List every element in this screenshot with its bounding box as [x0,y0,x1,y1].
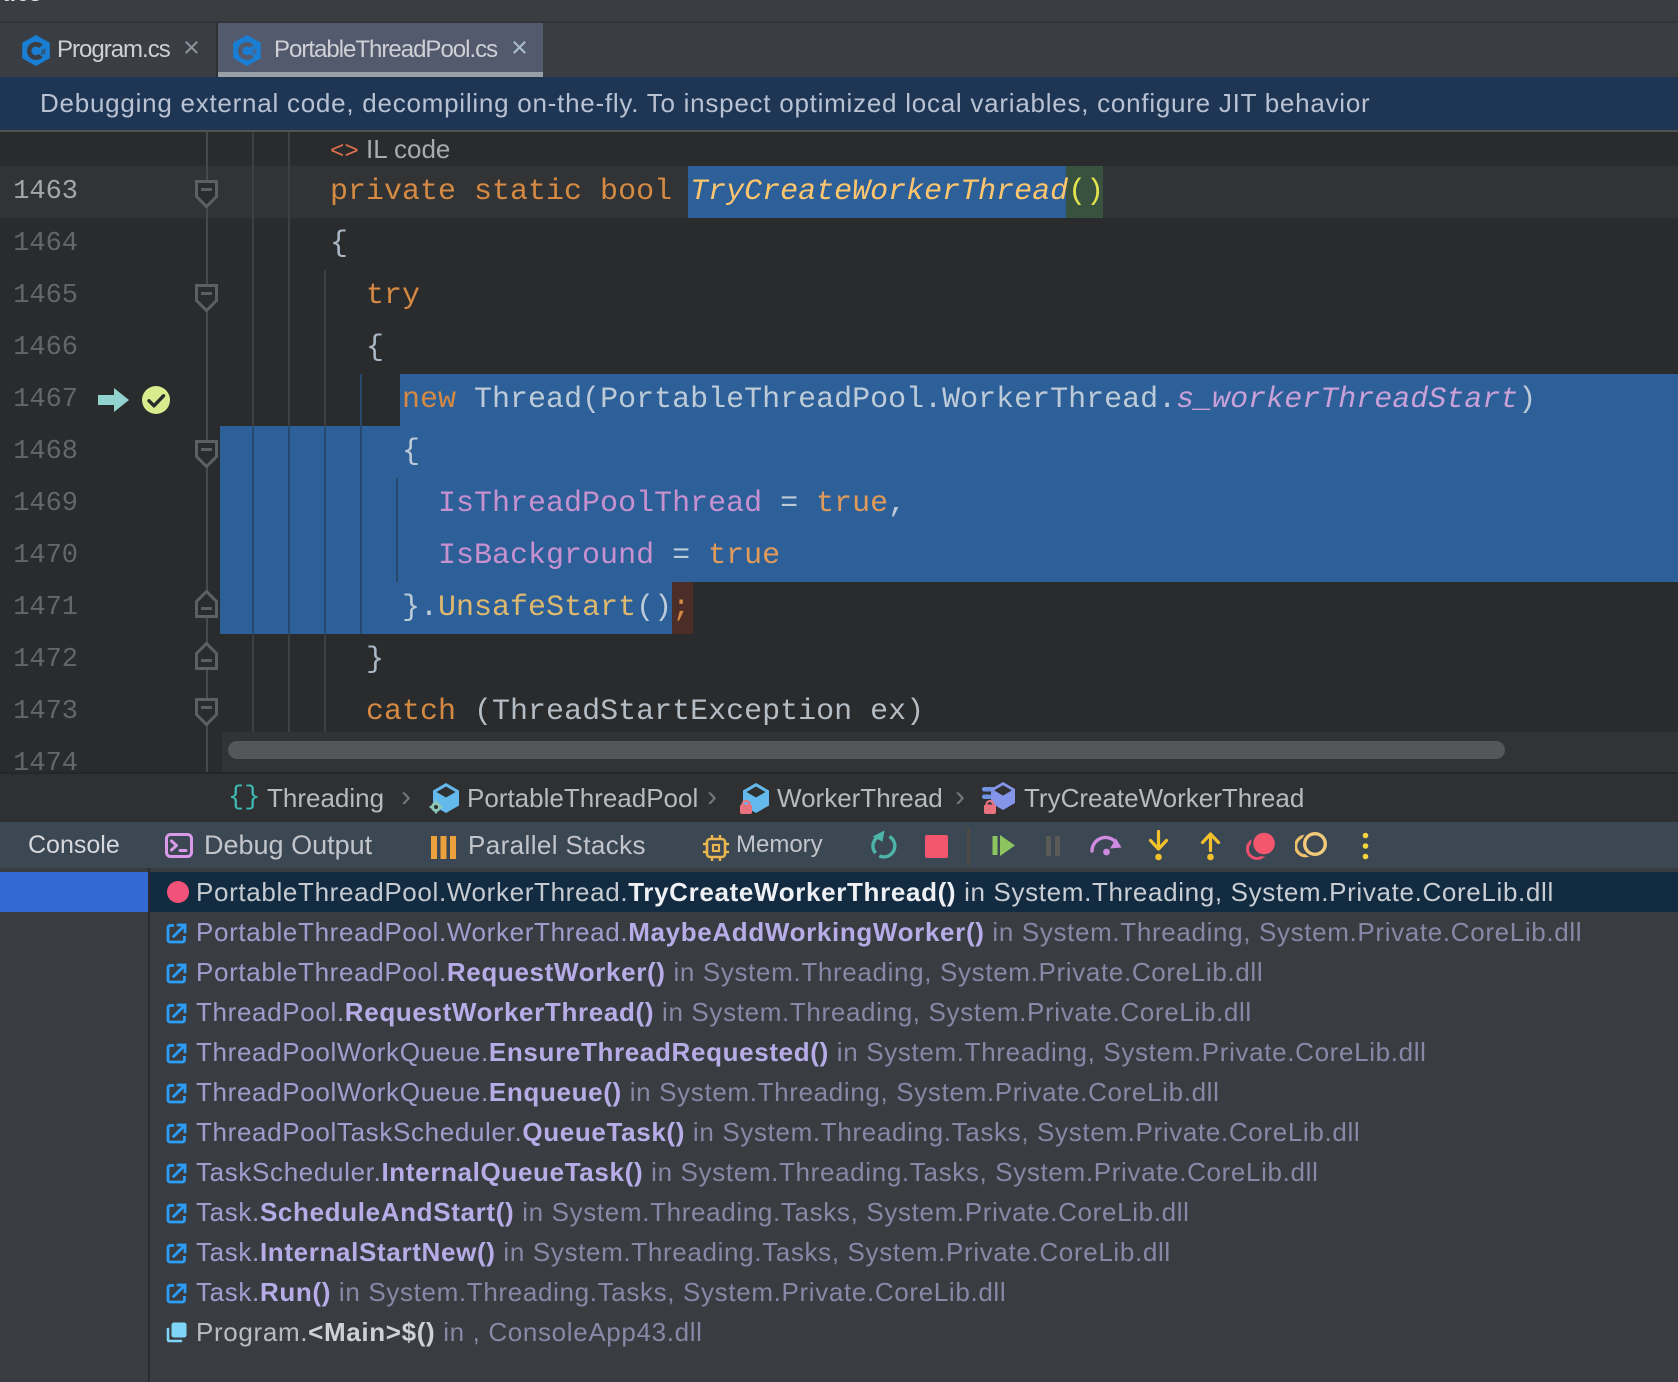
svg-text:#: # [252,47,258,58]
svg-text:#: # [41,47,47,58]
